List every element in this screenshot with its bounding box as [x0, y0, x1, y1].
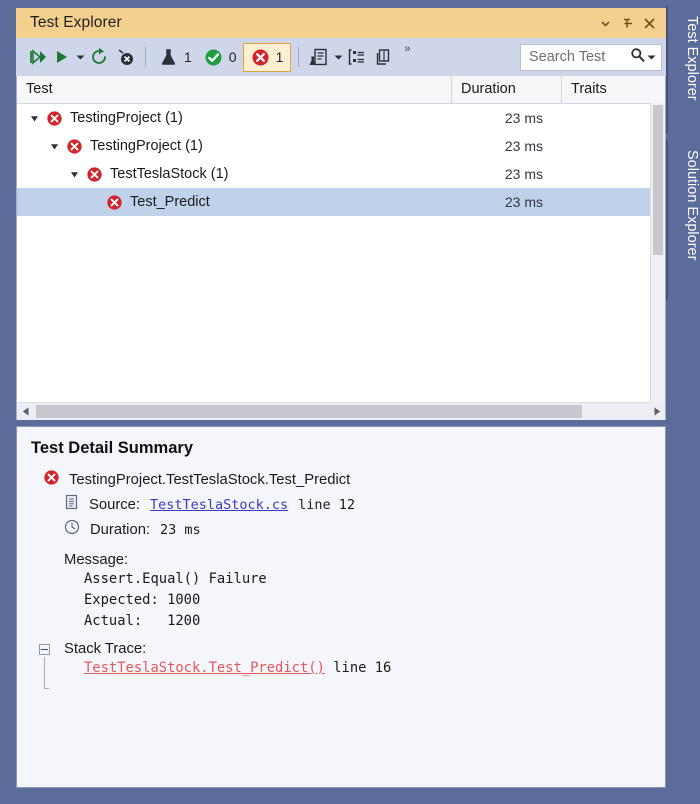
sidebar-tab-test-explorer[interactable]: Test Explorer	[666, 6, 700, 134]
message-line: Assert.Equal() Failure	[84, 571, 267, 587]
table-row[interactable]: TestTeslaStock (1) 23 ms	[17, 160, 665, 188]
page-title: Test Explorer	[30, 14, 122, 31]
test-row-name: TestingProject (1)	[70, 110, 183, 126]
expander-triangle-icon[interactable]	[28, 114, 41, 123]
document-icon	[64, 494, 79, 515]
right-sidebar: Test Explorer Solution Explorer	[666, 0, 700, 804]
vertical-scrollbar[interactable]	[650, 103, 665, 403]
playlist-dropdown-chevron-icon[interactable]	[332, 44, 344, 70]
test-row-name: Test_Predict	[130, 194, 210, 210]
expander-triangle-icon[interactable]	[68, 170, 81, 179]
search-dropdown-chevron-icon[interactable]	[645, 44, 657, 70]
detail-source-row: Source: TestTeslaStock.cs line 12	[64, 492, 665, 517]
message-line: Actual: 1200	[84, 613, 201, 629]
test-row-duration: 23 ms	[504, 138, 543, 154]
error-circle-icon	[106, 194, 123, 211]
message-line: Expected: 1000	[84, 592, 201, 608]
source-file-link[interactable]: TestTeslaStock.cs	[150, 497, 288, 513]
flask-icon	[161, 48, 176, 65]
test-list: Test Duration Traits TestingProject (1) …	[16, 76, 666, 420]
detail-test-name: TestingProject.TestTeslaStock.Test_Predi…	[69, 471, 351, 488]
source-line-number: line 12	[298, 496, 356, 513]
passed-count-label: 0	[228, 49, 237, 65]
error-circle-icon	[86, 166, 103, 183]
stack-trace-label: Stack Trace:	[64, 641, 147, 657]
run-dropdown-chevron-icon[interactable]	[74, 44, 86, 70]
total-tests-count[interactable]: 1	[153, 43, 198, 71]
test-rows: TestingProject (1) 23 ms TestingProject …	[17, 104, 665, 402]
vertical-scrollbar-thumb[interactable]	[653, 105, 663, 255]
test-row-duration: 23 ms	[504, 110, 543, 126]
horizontal-scrollbar[interactable]	[17, 402, 665, 420]
stack-trace-guide-foot	[44, 688, 49, 689]
toolbar-separator-1	[145, 47, 146, 67]
error-circle-icon	[252, 49, 269, 65]
group-by-button[interactable]	[344, 42, 370, 72]
test-list-header: Test Duration Traits	[17, 76, 665, 104]
search-icon[interactable]	[630, 47, 645, 67]
message-label: Message:	[64, 552, 129, 568]
detail-test-name-row: TestingProject.TestTeslaStock.Test_Predi…	[43, 467, 665, 492]
failed-count-label: 1	[275, 49, 284, 65]
window-title-bar: Test Explorer	[16, 8, 666, 38]
column-header-test[interactable]: Test	[17, 76, 451, 103]
table-row[interactable]: TestingProject (1) 23 ms	[17, 104, 665, 132]
minus-icon	[41, 649, 48, 650]
stack-trace-guide-line	[44, 657, 45, 689]
repeat-last-run-button[interactable]	[86, 42, 112, 72]
close-icon[interactable]	[638, 12, 660, 34]
error-circle-icon	[43, 469, 60, 491]
sidebar-tab-solution-explorer[interactable]: Solution Explorer	[666, 140, 700, 300]
horizontal-scrollbar-track[interactable]	[34, 403, 648, 420]
error-circle-icon	[46, 110, 63, 127]
pin-icon[interactable]	[616, 12, 638, 34]
error-circle-icon	[66, 138, 83, 155]
test-row-name: TestingProject (1)	[90, 138, 203, 154]
horizontal-scrollbar-thumb[interactable]	[36, 405, 583, 418]
duration-label: Duration:	[90, 521, 151, 538]
playlist-button[interactable]	[306, 42, 332, 72]
duration-value: 23 ms	[160, 521, 201, 538]
cancel-run-button[interactable]	[112, 42, 138, 72]
toolbar-overflow-icon[interactable]: »	[404, 43, 410, 55]
detail-panel-title: Test Detail Summary	[31, 439, 194, 457]
scroll-left-arrow-icon[interactable]	[17, 403, 34, 420]
detail-message-block: Message: Assert.Equal() Failure Expected…	[64, 552, 665, 632]
total-count-label: 1	[184, 49, 192, 65]
test-explorer-window: Test Explorer 1 0 1 » Search Test Test D…	[16, 8, 666, 788]
clock-icon	[64, 519, 80, 540]
stack-trace-entry: TestTeslaStock.Test_Predict() line 16	[84, 660, 665, 676]
chevron-down-icon[interactable]	[594, 12, 616, 34]
search-placeholder: Search Test	[529, 49, 606, 65]
source-label: Source:	[89, 496, 140, 513]
column-header-traits[interactable]: Traits	[561, 76, 665, 103]
stack-trace-line-number: line 16	[333, 660, 392, 676]
test-row-name: TestTeslaStock (1)	[110, 166, 229, 182]
passed-tests-count[interactable]: 0	[198, 43, 243, 71]
table-row[interactable]: Test_Predict 23 ms	[17, 188, 665, 216]
toolbar: 1 0 1 » Search Test	[16, 38, 666, 76]
test-row-duration: 23 ms	[504, 166, 543, 182]
columns-button[interactable]	[370, 42, 396, 72]
run-all-tests-button[interactable]	[24, 42, 50, 72]
test-row-duration: 23 ms	[504, 194, 543, 210]
column-header-duration[interactable]: Duration	[451, 76, 561, 103]
check-circle-icon	[205, 49, 222, 65]
expander-triangle-icon[interactable]	[48, 142, 61, 151]
test-detail-summary-panel: Test Detail Summary TestingProject.TestT…	[16, 426, 666, 788]
failed-tests-count[interactable]: 1	[242, 42, 292, 72]
detail-stack-trace-block: Stack Trace: TestTeslaStock.Test_Predict…	[17, 641, 665, 689]
detail-duration-row: Duration: 23 ms	[64, 517, 665, 542]
stack-trace-collapse-toggle[interactable]	[39, 644, 50, 655]
toolbar-separator-2	[298, 47, 300, 67]
scroll-right-arrow-icon[interactable]	[648, 403, 665, 420]
search-input[interactable]: Search Test	[520, 43, 662, 71]
run-button[interactable]	[50, 42, 74, 72]
stack-trace-link[interactable]: TestTeslaStock.Test_Predict()	[84, 660, 325, 676]
table-row[interactable]: TestingProject (1) 23 ms	[17, 132, 665, 160]
